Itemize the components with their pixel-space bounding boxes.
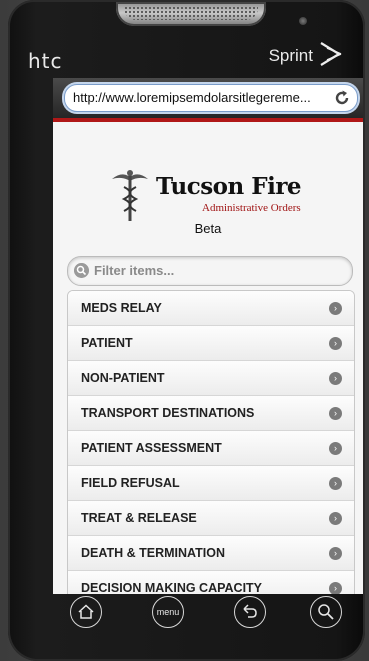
browser-url-bar: http://www.loremipsemdolarsitlegereme... <box>53 78 363 122</box>
menu-list: MEDS RELAY › PATIENT › NON-PATIENT › TRA… <box>67 290 355 594</box>
chevron-right-icon: › <box>329 302 342 315</box>
home-icon <box>78 604 94 619</box>
search-icon <box>74 263 89 278</box>
sprint-label: Sprint <box>268 46 313 65</box>
hardware-nav-bar: menu <box>52 596 364 638</box>
chevron-right-icon: › <box>329 372 342 385</box>
list-item-death-termination[interactable]: DEATH & TERMINATION › <box>68 536 354 571</box>
menu-button[interactable]: menu <box>152 596 184 628</box>
list-item-meds-relay[interactable]: MEDS RELAY › <box>68 291 354 326</box>
list-item-decision-making-capacity[interactable]: DECISION MAKING CAPACITY › <box>68 571 354 594</box>
search-icon <box>318 604 334 620</box>
list-item-label: DEATH & TERMINATION <box>81 546 225 560</box>
search-button[interactable] <box>310 596 342 628</box>
tucson-fire-logo: Tucson Fire Administrative Orders <box>110 167 310 227</box>
front-camera <box>299 17 307 25</box>
filter-input[interactable]: Filter items... <box>67 256 353 286</box>
logo-subtitle: Administrative Orders <box>202 202 301 214</box>
chevron-right-icon: › <box>329 477 342 490</box>
list-item-label: FIELD REFUSAL <box>81 476 180 490</box>
list-item-label: DECISION MAKING CAPACITY <box>81 581 263 594</box>
back-button[interactable] <box>234 596 266 628</box>
caduceus-icon <box>112 170 148 221</box>
htc-logo: htc <box>28 49 63 73</box>
sprint-logo-icon <box>320 42 342 66</box>
url-input[interactable]: http://www.loremipsemdolarsitlegereme... <box>64 84 358 112</box>
list-item-field-refusal[interactable]: FIELD REFUSAL › <box>68 466 354 501</box>
home-button[interactable] <box>70 596 102 628</box>
list-item-patient-assessment[interactable]: PATIENT ASSESSMENT › <box>68 431 354 466</box>
chevron-right-icon: › <box>329 512 342 525</box>
browser-screen: http://www.loremipsemdolarsitlegereme...… <box>53 78 363 594</box>
list-item-label: TREAT & RELEASE <box>81 511 197 525</box>
logo-title: Tucson Fire <box>156 173 302 200</box>
list-item-label: TRANSPORT DESTINATIONS <box>81 406 255 420</box>
filter-placeholder: Filter items... <box>94 263 175 278</box>
chevron-right-icon: › <box>329 407 342 420</box>
reload-icon[interactable] <box>333 89 351 107</box>
chevron-right-icon: › <box>329 337 342 350</box>
list-item-label: NON-PATIENT <box>81 371 165 385</box>
list-item-label: PATIENT ASSESSMENT <box>81 441 222 455</box>
list-item-transport-destinations[interactable]: TRANSPORT DESTINATIONS › <box>68 396 354 431</box>
beta-label: Beta <box>194 221 222 236</box>
earpiece-speaker <box>116 2 266 26</box>
list-item-patient[interactable]: PATIENT › <box>68 326 354 361</box>
list-item-non-patient[interactable]: NON-PATIENT › <box>68 361 354 396</box>
list-item-treat-release[interactable]: TREAT & RELEASE › <box>68 501 354 536</box>
chevron-right-icon: › <box>329 582 342 594</box>
menu-button-label: menu <box>156 607 180 617</box>
chevron-right-icon: › <box>329 547 342 560</box>
phone-frame: htc Sprint http://www.loremipsemdolarsit… <box>8 0 365 661</box>
url-text: http://www.loremipsemdolarsitlegereme... <box>73 90 311 105</box>
chevron-right-icon: › <box>329 442 342 455</box>
list-item-label: PATIENT <box>81 336 133 350</box>
web-page: Tucson Fire Administrative Orders Beta F… <box>53 122 363 594</box>
list-item-label: MEDS RELAY <box>81 301 162 315</box>
back-icon <box>243 604 257 618</box>
